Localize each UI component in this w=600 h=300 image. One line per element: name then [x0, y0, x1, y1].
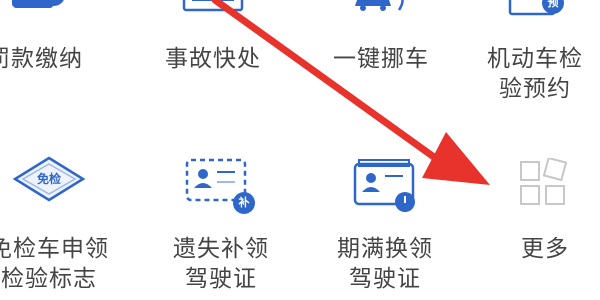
- more-grid-icon: [515, 156, 575, 210]
- exempt-inspection-icon: 免检: [11, 156, 87, 202]
- exempt-badge-text: 免检: [36, 172, 61, 186]
- service-license-renewal[interactable]: 期满换领 驾驶证: [310, 150, 460, 300]
- fine-payment-icon: 缴: [5, 0, 65, 20]
- accident-handling-icon: [178, 0, 248, 18]
- service-move-car[interactable]: 一键挪车: [306, 0, 456, 120]
- license-renewal-icon: [345, 156, 425, 218]
- service-grid: 缴 罚款缴纳 事故快处 一键挪车: [0, 0, 600, 300]
- service-label: 免检车申领 检验标志: [0, 236, 109, 292]
- move-car-icon: [341, 0, 421, 20]
- service-exempt-inspection[interactable]: 免检 免检车申领 检验标志: [0, 150, 124, 300]
- license-reissue-icon: 补: [181, 156, 261, 218]
- service-label: 事故快处: [165, 46, 261, 72]
- service-label: 罚款缴纳: [0, 46, 83, 72]
- service-label: 期满换领 驾驶证: [337, 236, 433, 292]
- service-label: 一键挪车: [333, 46, 429, 72]
- service-accident-handling[interactable]: 事故快处: [138, 0, 288, 120]
- vehicle-inspection-appointment-icon: 预: [500, 0, 570, 24]
- service-vehicle-inspection-appointment[interactable]: 预 机动车检 验预约: [460, 0, 600, 130]
- service-label: 更多: [521, 236, 569, 262]
- service-more[interactable]: 更多: [470, 150, 600, 300]
- service-license-reissue[interactable]: 补 遗失补领 驾驶证: [146, 150, 296, 300]
- service-fine-payment[interactable]: 缴 罚款缴纳: [0, 0, 110, 120]
- service-label: 机动车检 验预约: [487, 46, 583, 102]
- reissue-badge: 补: [233, 192, 255, 214]
- service-label: 遗失补领 驾驶证: [173, 236, 269, 292]
